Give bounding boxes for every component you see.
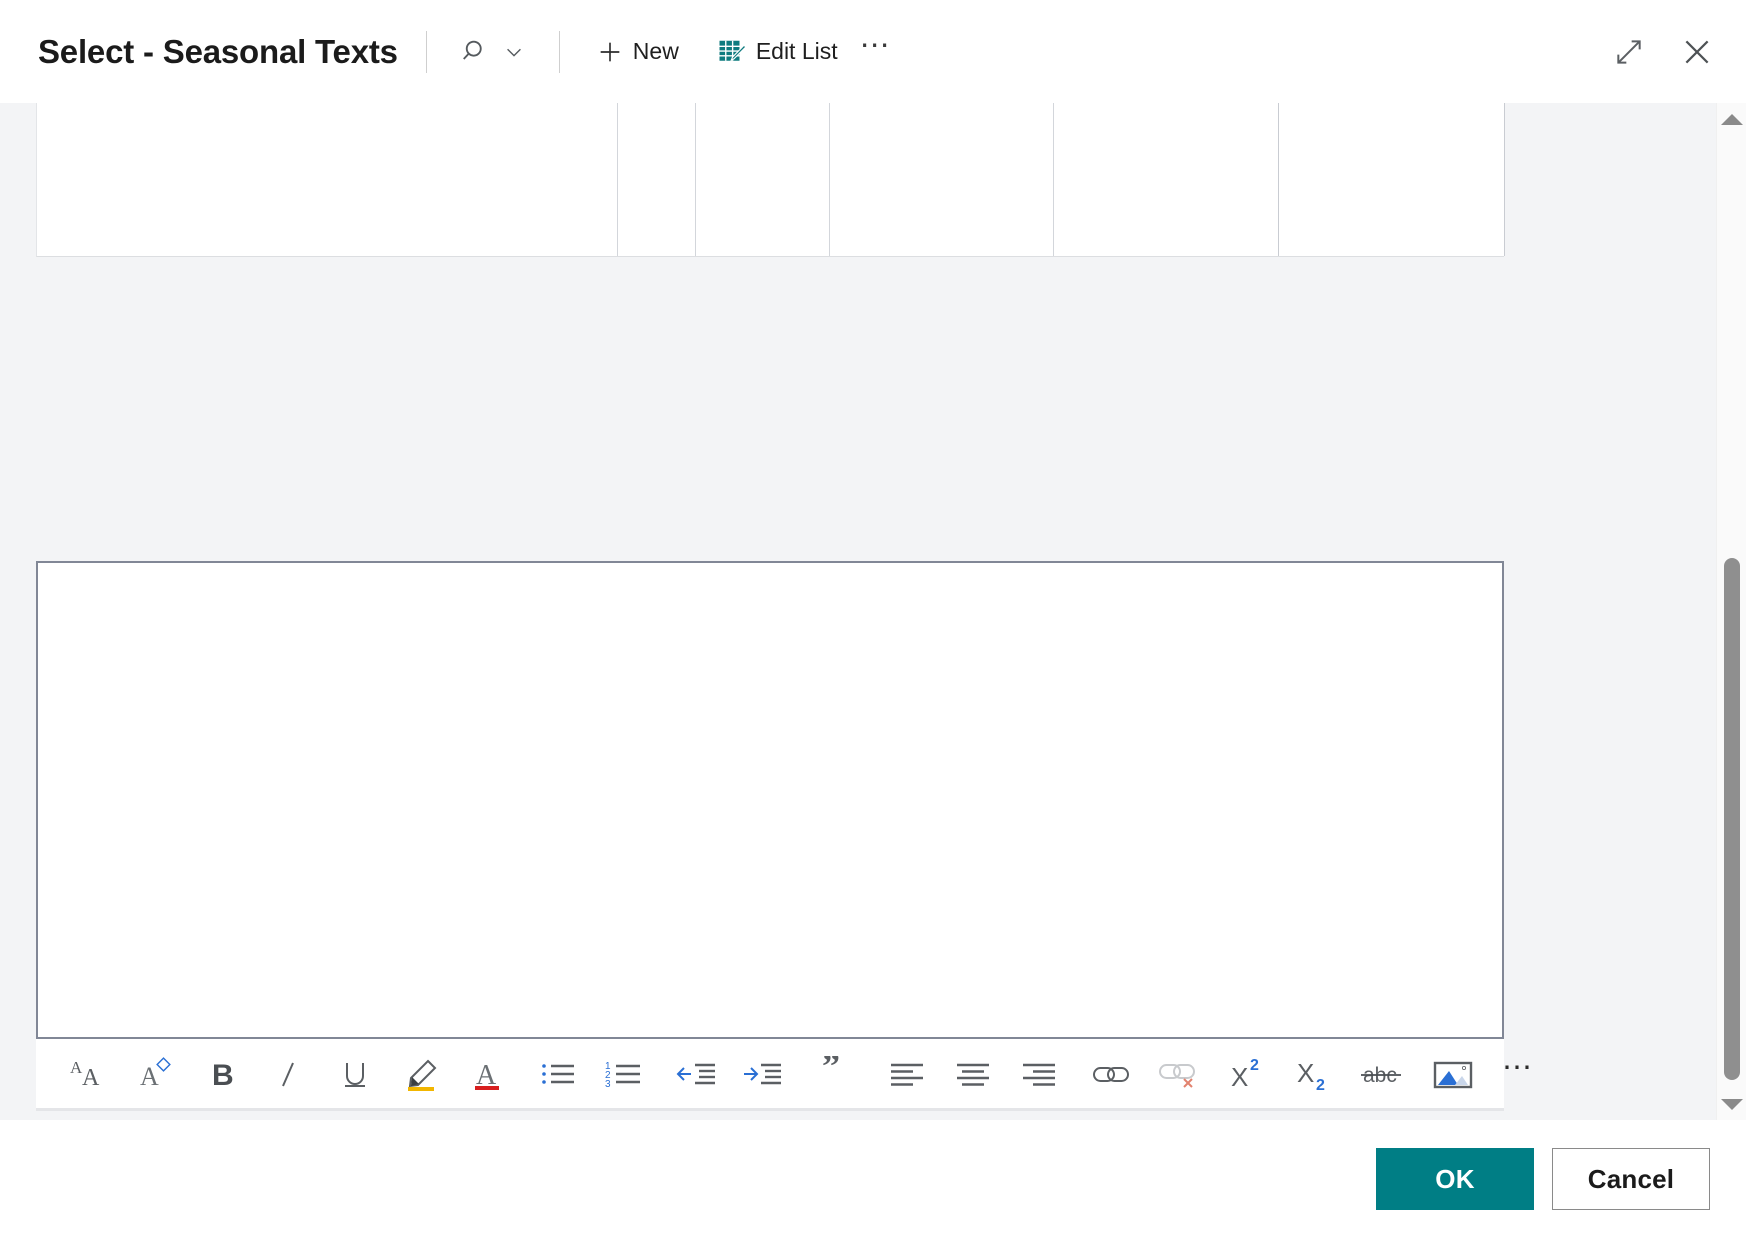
editor-overflow-button[interactable]: ⋯	[1486, 1043, 1552, 1105]
search-icon	[461, 37, 491, 67]
scroll-down-arrow-icon	[1721, 1099, 1743, 1110]
font-color-button[interactable]: A	[454, 1043, 520, 1105]
strikethrough-button[interactable]: abc	[1348, 1043, 1414, 1105]
font-style-icon: A	[136, 1056, 178, 1092]
svg-text:B: B	[212, 1059, 234, 1092]
edit-list-button-label: Edit List	[756, 38, 838, 65]
edit-list-button[interactable]: Edit List	[709, 28, 846, 76]
svg-text:2: 2	[1316, 1077, 1325, 1092]
search-button[interactable]	[455, 28, 531, 76]
superscript-icon: X 2	[1229, 1056, 1269, 1092]
font-size-icon: A A	[70, 1056, 112, 1092]
table-column-divider	[829, 103, 830, 256]
align-left-button[interactable]	[874, 1043, 940, 1105]
unlink-icon	[1156, 1055, 1198, 1093]
close-button[interactable]	[1676, 31, 1718, 73]
quote-icon: ”	[818, 1056, 852, 1092]
align-right-icon	[1020, 1056, 1058, 1092]
select-seasonal-texts-dialog: Select - Seasonal Texts	[0, 0, 1746, 1238]
subscript-icon: X 2	[1295, 1056, 1335, 1092]
italic-icon	[272, 1056, 306, 1092]
remove-link-button[interactable]	[1144, 1043, 1210, 1105]
close-icon	[1680, 35, 1714, 69]
increase-indent-button[interactable]	[730, 1043, 796, 1105]
link-icon	[1090, 1056, 1132, 1092]
new-button-label: New	[633, 38, 679, 65]
image-icon	[1432, 1056, 1474, 1092]
dialog-body: A A A	[0, 103, 1746, 1120]
edit-list-icon	[717, 37, 747, 67]
table-column-divider	[1053, 103, 1054, 256]
bold-button[interactable]: B	[190, 1043, 256, 1105]
decrease-indent-icon	[675, 1056, 719, 1092]
bold-icon: B	[206, 1056, 240, 1092]
align-right-button[interactable]	[1006, 1043, 1072, 1105]
italic-button[interactable]	[256, 1043, 322, 1105]
font-size-button[interactable]: A A	[58, 1043, 124, 1105]
blockquote-button[interactable]: ”	[802, 1043, 868, 1105]
insert-link-button[interactable]	[1078, 1043, 1144, 1105]
svg-text:X: X	[1231, 1062, 1248, 1092]
superscript-button[interactable]: X 2	[1216, 1043, 1282, 1105]
svg-text:2: 2	[1250, 1057, 1259, 1074]
bulleted-list-button[interactable]	[526, 1043, 592, 1105]
align-center-button[interactable]	[940, 1043, 1006, 1105]
records-table-fragment	[36, 103, 1504, 257]
svg-text:A: A	[82, 1065, 100, 1091]
new-button[interactable]: New	[588, 28, 687, 76]
chevron-down-icon	[503, 41, 525, 63]
scroll-down-arrow[interactable]	[1717, 1088, 1746, 1120]
page-title: Select - Seasonal Texts	[38, 33, 398, 71]
svg-text:3: 3	[605, 1079, 611, 1090]
underline-icon	[337, 1056, 373, 1092]
strikethrough-icon: abc	[1359, 1056, 1403, 1092]
scroll-thumb[interactable]	[1724, 558, 1740, 1080]
align-left-icon	[888, 1056, 926, 1092]
header-actions: New Edit L	[455, 28, 908, 76]
scroll-up-arrow[interactable]	[1717, 103, 1746, 135]
font-color-icon: A	[469, 1056, 505, 1092]
editor-toolbar: A A A	[36, 1039, 1504, 1111]
decrease-indent-button[interactable]	[664, 1043, 730, 1105]
ok-button[interactable]: OK	[1376, 1148, 1534, 1210]
subscript-button[interactable]: X 2	[1282, 1043, 1348, 1105]
header-divider-1	[426, 31, 427, 73]
bulleted-list-icon	[539, 1056, 579, 1092]
vertical-scrollbar[interactable]	[1716, 103, 1746, 1120]
font-style-button[interactable]: A	[124, 1043, 190, 1105]
header-divider-2	[559, 31, 560, 73]
highlight-button[interactable]	[388, 1043, 454, 1105]
highlight-icon	[401, 1056, 441, 1092]
dialog-header: Select - Seasonal Texts	[0, 0, 1746, 103]
increase-indent-icon	[741, 1056, 785, 1092]
table-column-divider	[695, 103, 696, 256]
align-center-icon	[954, 1056, 992, 1092]
cancel-button[interactable]: Cancel	[1552, 1148, 1710, 1210]
editor-content-area[interactable]	[38, 563, 1502, 1037]
table-cell-active[interactable]	[1278, 103, 1505, 256]
table-column-divider	[617, 103, 618, 256]
expand-diagonal-icon	[1613, 36, 1645, 68]
rich-text-editor: A A A	[36, 561, 1504, 1111]
dialog-footer: OK Cancel	[0, 1120, 1746, 1238]
header-overflow-button[interactable]: ⋯	[846, 39, 908, 65]
underline-button[interactable]	[322, 1043, 388, 1105]
editor-border	[36, 561, 1504, 1039]
plus-icon	[596, 38, 624, 66]
expand-button[interactable]	[1608, 31, 1650, 73]
svg-text:A: A	[140, 1062, 159, 1091]
svg-text:”: ”	[822, 1056, 840, 1086]
scroll-up-arrow-icon	[1721, 114, 1743, 125]
numbered-list-icon: 123	[604, 1056, 646, 1092]
svg-text:X: X	[1297, 1058, 1314, 1088]
window-controls	[1608, 31, 1718, 73]
insert-image-button[interactable]	[1420, 1043, 1486, 1105]
numbered-list-button[interactable]: 123	[592, 1043, 658, 1105]
